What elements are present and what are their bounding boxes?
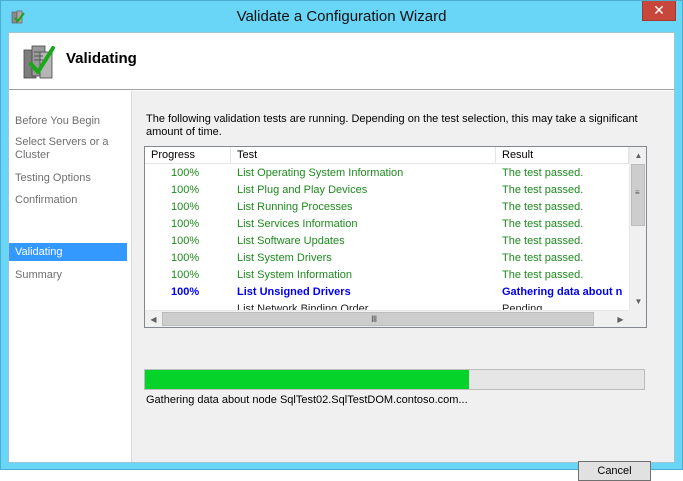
result-cell: Gathering data about n (502, 286, 623, 298)
table-row[interactable]: 100% List Running Processes The test passe… (145, 199, 629, 216)
table-row[interactable]: 100% List Plug and Play Devices The test p… (145, 182, 629, 199)
window-title: Validate a Configuration Wizard (236, 8, 447, 25)
page-title: Validating (66, 50, 137, 67)
grip-icon: Ⅲ (371, 314, 378, 324)
list-header: Progress Test Result (145, 147, 629, 164)
test-name-cell: List Operating System Information (237, 167, 404, 179)
scroll-left-icon[interactable]: ◀ (145, 311, 162, 327)
grip-icon: ≡ (635, 188, 640, 197)
list-body: 100% List Operating System Information The… (145, 165, 629, 311)
column-header-test[interactable]: Test (231, 147, 496, 164)
column-header-progress[interactable]: Progress (145, 147, 231, 164)
result-cell: The test passed. (502, 235, 584, 247)
validating-panel: The following validation tests are runni… (132, 91, 674, 481)
nav-item-before-you-begin[interactable]: Before You Begin (9, 115, 127, 128)
status-text: Gathering data about node SqlTest02.SqlT… (146, 394, 468, 406)
wizard-steps-nav: Before You Begin Select Servers or a Clu… (9, 91, 131, 462)
wizard-header: Validating (9, 33, 674, 90)
table-row[interactable]: 100% List Software Updates The test passed… (145, 233, 629, 250)
test-name-cell: List Running Processes (237, 201, 353, 213)
test-name-cell: List Services Information (237, 218, 358, 230)
close-button[interactable]: ✕ (642, 1, 676, 21)
progress-cell: 100% (171, 201, 200, 213)
result-cell: The test passed. (502, 184, 584, 196)
test-name-cell: List Plug and Play Devices (237, 184, 368, 196)
table-row[interactable]: 100% List Unsigned Drivers Gathering data … (145, 284, 629, 301)
vertical-scroll-thumb[interactable]: ≡ (631, 164, 645, 226)
validation-tests-list[interactable]: Progress Test Result 100% List Operating … (144, 146, 647, 328)
progress-cell: 100% (171, 167, 200, 179)
table-row[interactable]: 100% List System Drivers The test passed. (145, 250, 629, 267)
progress-cell: 100% (171, 286, 200, 298)
test-name-cell: List Software Updates (237, 235, 345, 247)
column-header-result[interactable]: Result (496, 147, 629, 164)
title-bar[interactable]: Validate a Configuration Wizard ✕ (1, 1, 682, 33)
nav-item-validating[interactable]: Validating (9, 243, 127, 261)
result-cell: The test passed. (502, 269, 584, 281)
description-text: The following validation tests are runni… (146, 113, 638, 138)
test-name-cell: List System Information (237, 269, 352, 281)
progress-cell: 100% (171, 184, 200, 196)
validation-progress-bar (144, 369, 645, 390)
table-row[interactable]: 100% List Services Information The test pa… (145, 216, 629, 233)
scroll-up-icon[interactable]: ▲ (630, 147, 646, 164)
nav-item-summary[interactable]: Summary (9, 269, 127, 282)
nav-item-confirmation[interactable]: Confirmation (9, 194, 127, 207)
nav-item-testing-options[interactable]: Testing Options (9, 172, 127, 185)
vertical-scrollbar[interactable]: ▲ ≡ ▼ (629, 147, 646, 310)
server-checkmark-icon (23, 45, 55, 79)
scroll-down-icon[interactable]: ▼ (630, 293, 646, 310)
scroll-right-icon[interactable]: ▶ (612, 311, 629, 327)
table-row[interactable]: 100% List System Information The test pass… (145, 267, 629, 284)
result-cell: The test passed. (502, 167, 584, 179)
wizard-window: Validate a Configuration Wizard ✕ Valida… (0, 0, 683, 481)
nav-item-select-servers[interactable]: Select Servers or a Cluster (9, 136, 127, 162)
result-cell: The test passed. (502, 252, 584, 264)
progress-cell: 100% (171, 269, 200, 281)
scroll-corner (629, 310, 646, 327)
progress-fill (145, 370, 470, 389)
progress-cell: 100% (171, 218, 200, 230)
cancel-button[interactable]: Cancel (578, 461, 651, 481)
progress-cell: 100% (171, 235, 200, 247)
result-cell: The test passed. (502, 201, 584, 213)
horizontal-scroll-thumb[interactable]: Ⅲ (162, 312, 594, 326)
test-name-cell: List System Drivers (237, 252, 332, 264)
result-cell: The test passed. (502, 218, 584, 230)
test-name-cell: List Unsigned Drivers (237, 286, 351, 298)
wizard-client: Validating Before You Begin Select Serve… (8, 32, 675, 481)
horizontal-scrollbar[interactable]: ◀ Ⅲ ▶ (145, 310, 629, 327)
progress-cell: 100% (171, 252, 200, 264)
table-row[interactable]: 100% List Operating System Information The… (145, 165, 629, 182)
